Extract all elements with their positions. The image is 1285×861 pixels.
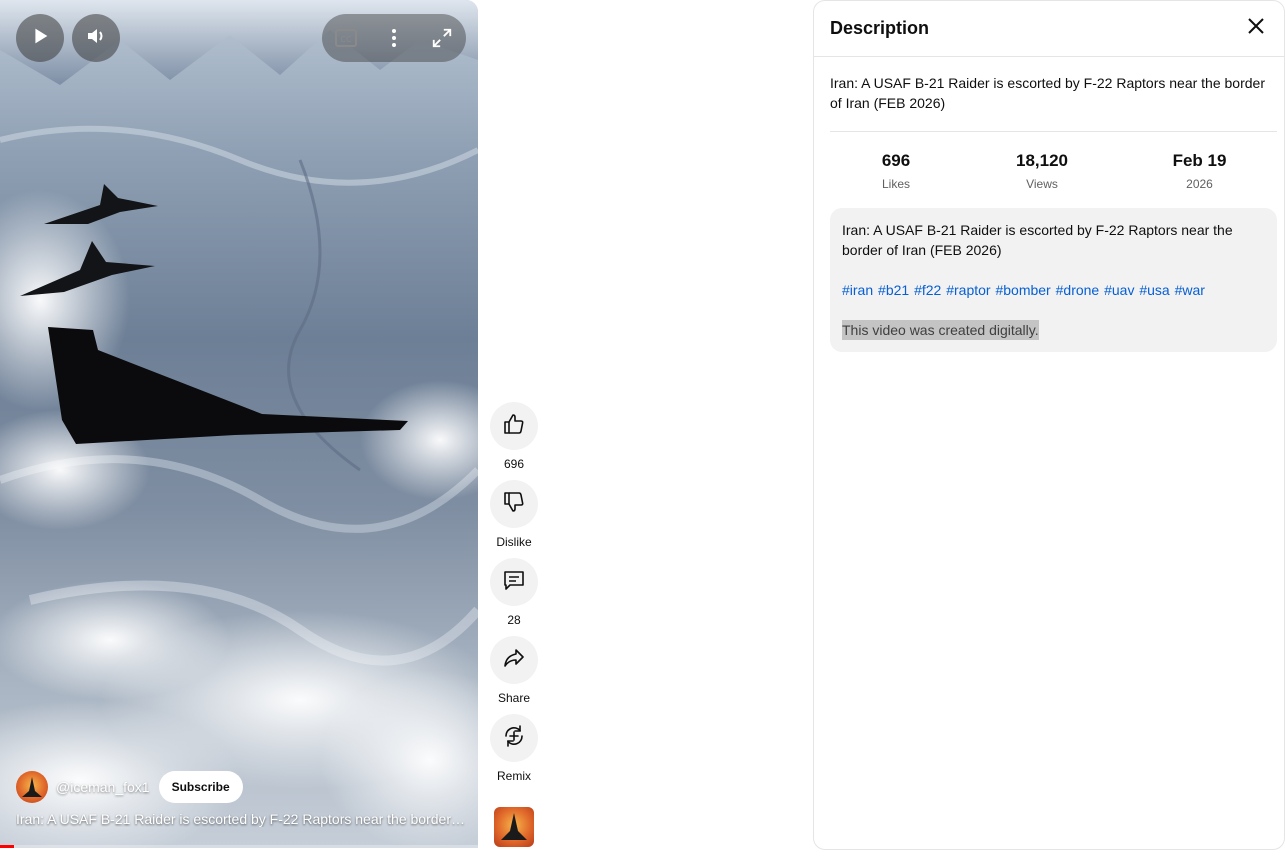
stat-date-year: 2026: [1186, 177, 1213, 191]
stat-date: Feb 19 2026: [1122, 149, 1277, 191]
dislike-action: Dislike: [490, 480, 538, 550]
share-icon: [502, 646, 526, 675]
stat-likes: 696 Likes: [830, 149, 962, 191]
fullscreen-icon[interactable]: [430, 26, 454, 50]
channel-name[interactable]: @iceman_fox1: [56, 779, 150, 795]
share-label: Share: [497, 691, 531, 705]
progress-fill: [0, 845, 15, 848]
hashtag-link[interactable]: #usa: [1139, 282, 1169, 298]
hashtag-link[interactable]: #iran: [842, 282, 873, 298]
like-count: 696: [503, 457, 525, 471]
hashtag-link[interactable]: #f22: [914, 282, 941, 298]
like-button[interactable]: [490, 402, 538, 450]
remix-action: Remix: [490, 714, 538, 784]
panel-body: Iran: A USAF B-21 Raider is escorted by …: [814, 57, 1284, 352]
video-title: Iran: A USAF B-21 Raider is escorted by …: [830, 73, 1277, 132]
play-button[interactable]: [16, 14, 64, 62]
video-player[interactable]: CC @iceman_fox1 Subscribe Iran: A USAF B…: [0, 0, 478, 848]
video-frame: [0, 0, 478, 848]
panel-title: Description: [830, 18, 930, 38]
video-caption[interactable]: Iran: A USAF B-21 Raider is escorted by …: [16, 811, 468, 827]
hashtag-link[interactable]: #uav: [1104, 282, 1134, 298]
stat-date-value: Feb 19: [1172, 151, 1227, 170]
channel-row: @iceman_fox1 Subscribe: [16, 771, 243, 803]
stat-likes-value: 696: [881, 151, 911, 170]
progress-bar[interactable]: [0, 845, 478, 848]
remix-icon: [502, 724, 526, 753]
stat-likes-label: Likes: [881, 177, 910, 191]
panel-header: Description: [814, 1, 1284, 57]
comments-button[interactable]: [490, 558, 538, 606]
avatar[interactable]: [16, 771, 48, 803]
remix-button[interactable]: [490, 714, 538, 762]
description-text: Iran: A USAF B-21 Raider is escorted by …: [842, 222, 1233, 258]
ai-disclaimer: This video was created digitally.: [842, 320, 1039, 340]
description-box: Iran: A USAF B-21 Raider is escorted by …: [830, 208, 1277, 352]
svg-text:CC: CC: [340, 35, 352, 44]
hashtag-link[interactable]: #war: [1175, 282, 1205, 298]
hashtag-link[interactable]: #drone: [1056, 282, 1100, 298]
like-action: 696: [490, 402, 538, 472]
volume-button[interactable]: [72, 14, 120, 62]
channel-thumbnail[interactable]: [494, 807, 534, 847]
share-button[interactable]: [490, 636, 538, 684]
more-vert-icon[interactable]: [382, 26, 406, 50]
description-panel: Description Iran: A USAF B-21 Raider is …: [813, 0, 1285, 850]
thumbs-down-icon: [502, 490, 526, 519]
hashtag-link[interactable]: #b21: [878, 282, 909, 298]
volume-icon: [84, 24, 108, 53]
close-icon: [1246, 16, 1266, 41]
subscribe-button[interactable]: Subscribe: [158, 771, 243, 803]
share-action: Share: [490, 636, 538, 706]
close-button[interactable]: [1244, 17, 1268, 41]
player-controls-pill: CC: [322, 14, 466, 62]
stat-views: 18,120 Views: [962, 149, 1122, 191]
hashtag-link[interactable]: #raptor: [946, 282, 990, 298]
comment-count: 28: [507, 613, 521, 627]
remix-label: Remix: [496, 769, 531, 783]
action-column: 696 Dislike 28 Share Remix: [490, 402, 538, 792]
hashtag-list: #iran #b21 #f22 #raptor #bomber #drone #…: [842, 280, 1265, 300]
stats-row: 696 Likes 18,120 Views Feb 19 2026: [830, 132, 1277, 208]
hashtag-link[interactable]: #bomber: [995, 282, 1050, 298]
stat-views-value: 18,120: [1016, 151, 1068, 170]
stat-views-label: Views: [1026, 177, 1058, 191]
dislike-label: Dislike: [496, 535, 532, 549]
play-icon: [29, 25, 51, 52]
thumbs-up-icon: [502, 412, 526, 441]
cc-icon[interactable]: CC: [334, 26, 358, 50]
comment-icon: [502, 568, 526, 597]
dislike-button[interactable]: [490, 480, 538, 528]
comments-action: 28: [490, 558, 538, 628]
